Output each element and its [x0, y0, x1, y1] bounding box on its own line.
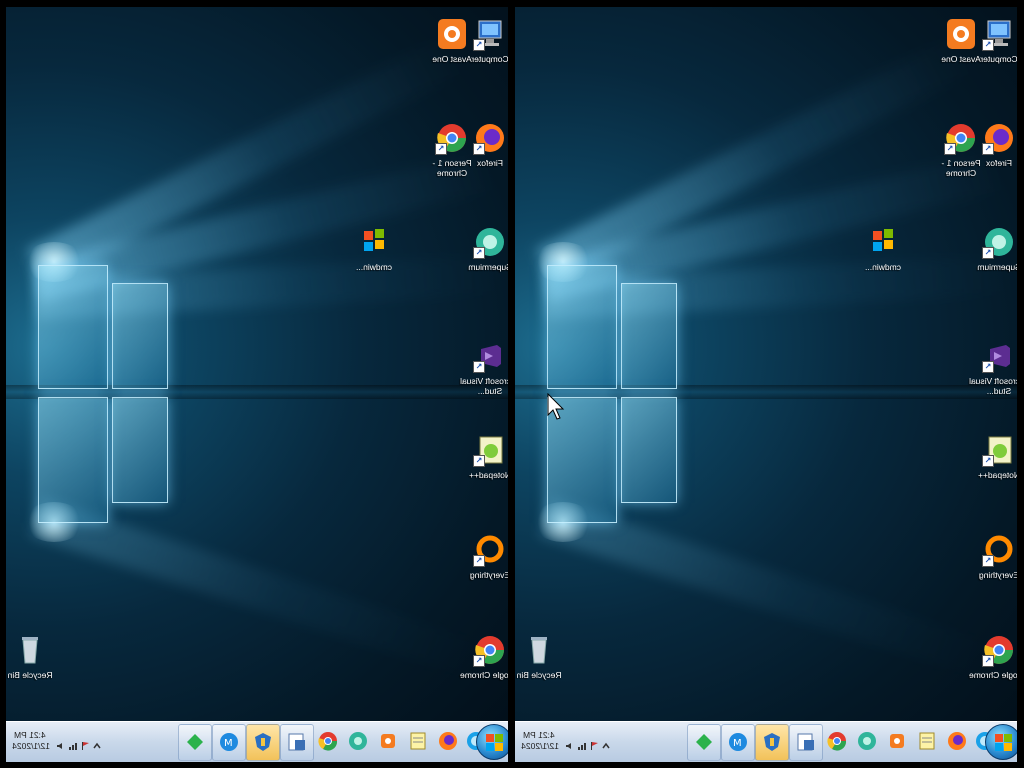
start-button[interactable]: [985, 724, 1017, 760]
taskbar-notepad[interactable]: [402, 724, 434, 759]
chrome-person-icon: ↗: [435, 121, 469, 155]
taskbar-windows-update[interactable]: [246, 724, 280, 761]
desktop-icon-avast[interactable]: Avast One: [929, 17, 993, 64]
chrome-icon: [318, 731, 338, 751]
chevron-up-icon[interactable]: [92, 738, 102, 749]
system-tray: 4:21 PM 12/1/2024: [10, 728, 120, 756]
desktop-left: ↗ Computer Avast One ↗ Firefox ↗ Person …: [6, 7, 508, 762]
notepad-icon: [408, 731, 428, 751]
notepad-icon: [917, 731, 937, 751]
chevron-up-icon[interactable]: [601, 738, 611, 749]
taskbar-chrome[interactable]: [312, 724, 344, 759]
desktop-icon-person-chrome[interactable]: ↗ Person 1 - Chrome: [420, 121, 484, 178]
system-tray: 4:21 PM 12/1/2024: [519, 728, 629, 756]
chrome-icon: ↗: [473, 633, 507, 667]
taskbar-notepad[interactable]: [911, 724, 943, 759]
taskbar-supermium[interactable]: [342, 724, 374, 759]
everything-icon: ↗: [982, 533, 1016, 567]
taskbar-feedly[interactable]: [178, 724, 212, 761]
network-icon[interactable]: [577, 738, 587, 750]
svg-text:M: M: [224, 738, 233, 749]
speaker-icon[interactable]: [56, 738, 66, 749]
everything-icon: ↗: [473, 533, 507, 567]
taskbar-supermium[interactable]: [851, 724, 883, 759]
windows-logo-wallpaper: [36, 259, 176, 529]
supermium-icon: [857, 731, 877, 751]
taskbar: 4:21 PM 12/1/2024 M: [515, 721, 1017, 762]
avast-icon: [887, 731, 907, 751]
taskbar-file-explorer[interactable]: [280, 724, 314, 761]
desktop-icon-notepadpp[interactable]: ↗ Notepad++: [458, 433, 508, 480]
desktop-icon-recycle-bin[interactable]: Recycle Bin: [6, 633, 62, 680]
flag-icon[interactable]: [589, 738, 599, 750]
clock-time[interactable]: 4:21 PM: [523, 730, 559, 740]
start-button[interactable]: [476, 724, 508, 760]
taskbar-avast[interactable]: [372, 724, 404, 759]
supermium-icon: ↗: [982, 225, 1016, 259]
feedly-icon: [694, 732, 714, 752]
taskbar: 4:21 PM 12/1/2024 M: [6, 721, 508, 762]
speaker-icon[interactable]: [565, 738, 575, 749]
file-explorer-icon: [287, 732, 307, 752]
desktop-icon-person-chrome[interactable]: ↗ Person 1 - Chrome: [929, 121, 993, 178]
maxthon-icon: M: [219, 732, 239, 752]
windows-flag-icon: [357, 225, 391, 259]
notepadpp-icon: ↗: [982, 433, 1016, 467]
clock-date[interactable]: 12/1/2024: [12, 741, 50, 751]
chrome-icon: [827, 731, 847, 751]
desktop-icon-google-chrome[interactable]: ↗ Google Chrome: [967, 633, 1017, 680]
visual-studio-icon: ↗: [473, 339, 507, 373]
desktop-icon-everything[interactable]: ↗ Everything: [458, 533, 508, 580]
taskbar-windows-update[interactable]: [755, 724, 789, 761]
notepadpp-icon: ↗: [473, 433, 507, 467]
avast-icon: [378, 731, 398, 751]
taskbar-feedly[interactable]: [687, 724, 721, 761]
supermium-icon: ↗: [473, 225, 507, 259]
maxthon-icon: M: [728, 732, 748, 752]
taskbar-file-explorer[interactable]: [789, 724, 823, 761]
avast-icon: [944, 17, 978, 51]
taskbar-avast[interactable]: [881, 724, 913, 759]
avast-icon: [435, 17, 469, 51]
svg-text:M: M: [733, 738, 742, 749]
desktop-icon-visual-studio[interactable]: ↗ Microsoft Visual Stud...: [458, 339, 508, 396]
desktop-icon-everything[interactable]: ↗ Everything: [967, 533, 1017, 580]
taskbar-chrome[interactable]: [821, 724, 853, 759]
windows-flag-icon: [866, 225, 900, 259]
desktop-icon-avast[interactable]: Avast One: [420, 17, 484, 64]
supermium-icon: [348, 731, 368, 751]
desktop-icon-recycle-bin[interactable]: Recycle Bin: [515, 633, 571, 680]
clock-date[interactable]: 12/1/2024: [521, 741, 559, 751]
taskbar-maxthon[interactable]: M: [721, 724, 755, 761]
file-explorer-icon: [796, 732, 816, 752]
feedly-icon: [185, 732, 205, 752]
recycle-bin-icon: [522, 633, 556, 667]
desktop-icon-visual-studio[interactable]: ↗ Microsoft Visual Stud...: [967, 339, 1017, 396]
flag-icon[interactable]: [80, 738, 90, 750]
network-icon[interactable]: [68, 738, 78, 750]
windows-update-icon: [762, 732, 782, 752]
firefox-icon: [438, 731, 458, 751]
chrome-icon: ↗: [982, 633, 1016, 667]
recycle-bin-icon: [13, 633, 47, 667]
desktop-icon-cmdwin[interactable]: cmdwin...: [851, 225, 915, 272]
desktop-icon-notepadpp[interactable]: ↗ Notepad++: [967, 433, 1017, 480]
desktop-icon-supermium[interactable]: ↗ Supermium: [967, 225, 1017, 272]
desktop-right: ↗ Computer Avast One ↗ Firefox ↗ Person …: [515, 7, 1017, 762]
desktop-icon-supermium[interactable]: ↗ Supermium: [458, 225, 508, 272]
desktop-icon-cmdwin[interactable]: cmdwin...: [342, 225, 406, 272]
visual-studio-icon: ↗: [982, 339, 1016, 373]
firefox-icon: [947, 731, 967, 751]
taskbar-maxthon[interactable]: M: [212, 724, 246, 761]
windows-update-icon: [253, 732, 273, 752]
chrome-person-icon: ↗: [944, 121, 978, 155]
desktop-icon-google-chrome[interactable]: ↗ Google Chrome: [458, 633, 508, 680]
clock-time[interactable]: 4:21 PM: [14, 730, 50, 740]
